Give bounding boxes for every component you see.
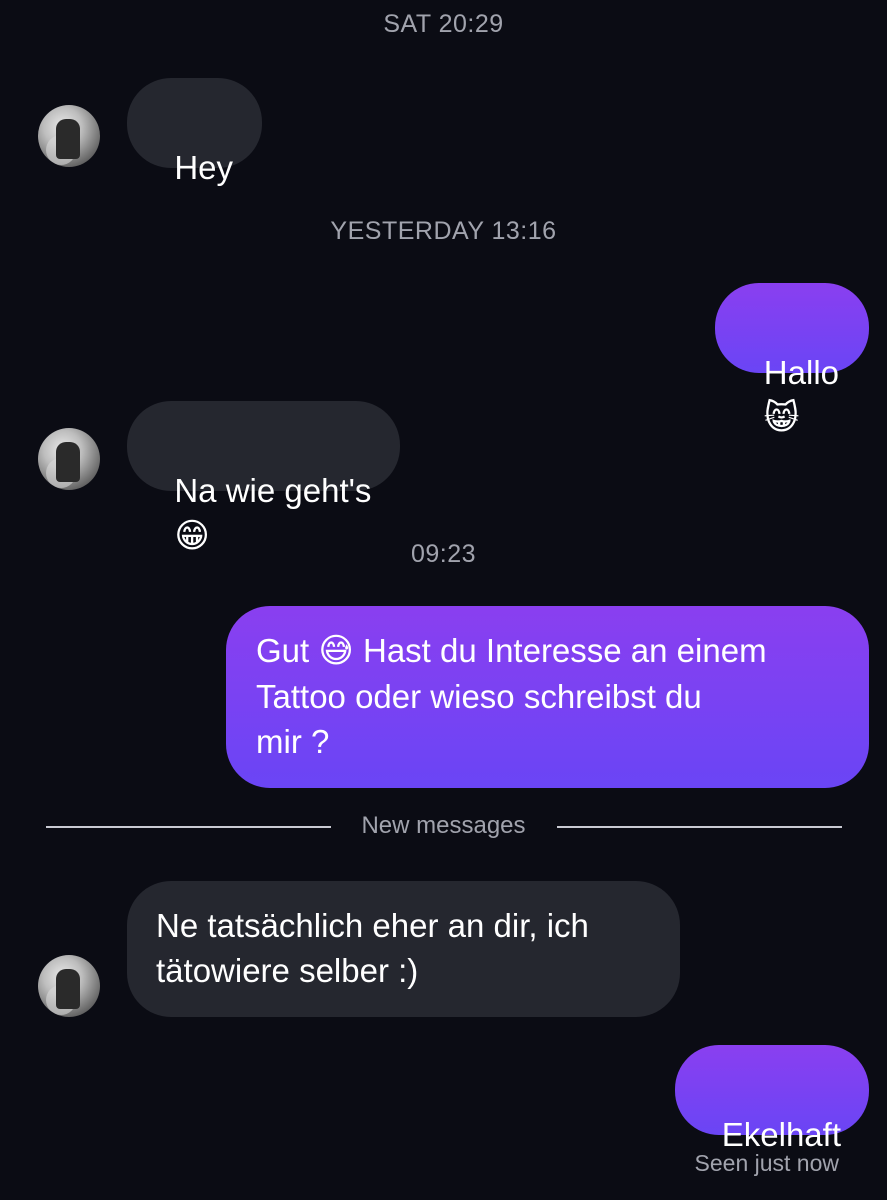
grinning-cat-emoji-icon: 😸 bbox=[763, 399, 800, 437]
sender-avatar[interactable] bbox=[38, 428, 100, 490]
message-text-prefix: Gut bbox=[256, 632, 310, 669]
message-bubble-incoming[interactable]: Hey bbox=[127, 78, 263, 186]
timestamp-today: 09:23 bbox=[410, 540, 477, 568]
message-text: Ekelhaft bbox=[721, 1116, 841, 1153]
message-bubble-outgoing[interactable]: Hallo 😸 bbox=[715, 283, 869, 437]
timestamp-yesterday: YESTERDAY 13:16 bbox=[330, 217, 557, 245]
divider-right bbox=[557, 826, 842, 828]
message-text: Ne tatsächlich eher an dir, ich tätowier… bbox=[156, 907, 589, 989]
message-bubble-outgoing[interactable]: Gut 😅 Hast du Interesse an einem Tattoo … bbox=[226, 606, 869, 788]
sender-avatar[interactable] bbox=[38, 955, 100, 1017]
message-bubble-outgoing[interactable]: Ekelhaft bbox=[675, 1045, 869, 1153]
seen-status: Seen just now bbox=[694, 1150, 839, 1176]
message-bubble-incoming[interactable]: Na wie geht's 😁 bbox=[127, 401, 401, 555]
message-text: Hey bbox=[174, 149, 234, 186]
message-bubble-incoming[interactable]: Ne tatsächlich eher an dir, ich tätowier… bbox=[127, 881, 680, 1017]
sender-avatar[interactable] bbox=[38, 105, 100, 167]
message-text: Na wie geht's bbox=[174, 472, 372, 509]
timestamp-sat: SAT 20:29 bbox=[383, 10, 504, 38]
message-text: Hallo bbox=[763, 354, 839, 391]
grinning-sweat-emoji-icon: 😅 bbox=[318, 632, 354, 670]
